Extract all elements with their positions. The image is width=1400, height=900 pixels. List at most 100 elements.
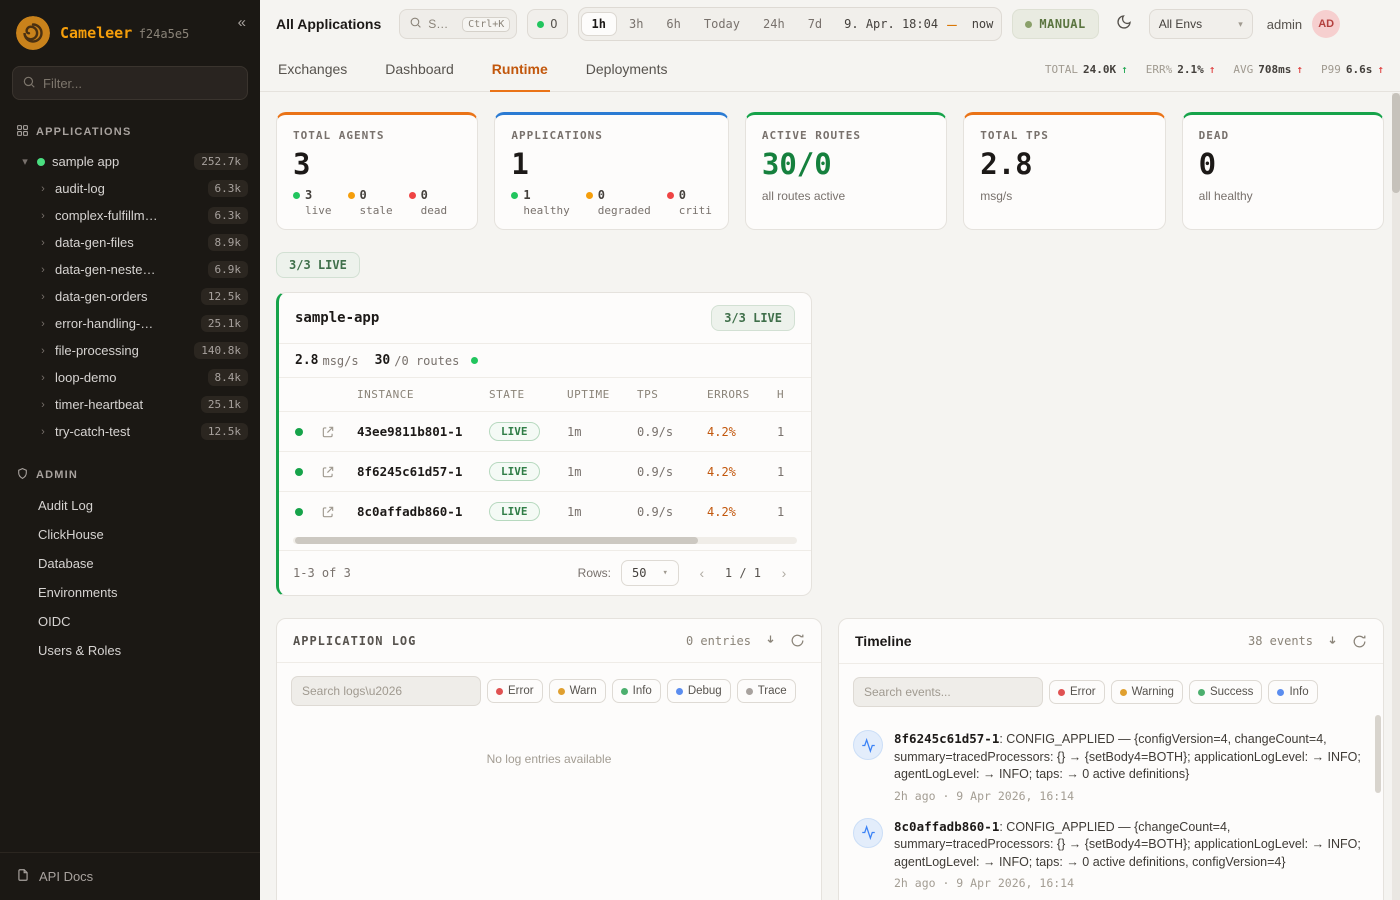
scrollbar-thumb[interactable]: [295, 537, 698, 544]
sidebar-item-audit-log[interactable]: › audit-log 6.3k: [0, 175, 260, 202]
log-filter-debug[interactable]: Debug: [667, 679, 731, 703]
sidebar-item-environments[interactable]: Environments: [0, 578, 260, 607]
sidebar-item-oidc[interactable]: OIDC: [0, 607, 260, 636]
tab-runtime[interactable]: Runtime: [490, 48, 550, 92]
route-label: data-gen-neste…: [55, 262, 155, 277]
external-link-icon[interactable]: [321, 425, 357, 439]
sample-app-card: sample-app 3/3 LIVE 2.8 msg/s 30 /0 rout…: [276, 292, 812, 596]
log-empty-message: No log entries available: [291, 752, 807, 766]
date-range-to[interactable]: now: [962, 17, 998, 31]
chevron-right-icon[interactable]: ›: [38, 426, 48, 438]
refresh-icon[interactable]: [790, 633, 805, 648]
page-scrollbar[interactable]: [1392, 93, 1400, 900]
prev-page-button[interactable]: ‹: [689, 560, 715, 586]
time-range-today[interactable]: Today: [693, 12, 751, 36]
sidebar-item-database[interactable]: Database: [0, 549, 260, 578]
timeline-scrollbar-thumb[interactable]: [1375, 715, 1381, 793]
avatar[interactable]: AD: [1312, 10, 1340, 38]
route-count-badge: 6.3k: [208, 207, 249, 224]
table-horizontal-scrollbar[interactable]: [293, 537, 797, 544]
time-range-7d[interactable]: 7d: [797, 12, 833, 36]
chevron-right-icon[interactable]: ›: [38, 318, 48, 330]
download-icon[interactable]: [763, 633, 778, 648]
timeline-filter-success[interactable]: Success: [1189, 680, 1262, 704]
environment-select[interactable]: All Envs ▾: [1149, 9, 1253, 39]
timeline-filter-warning[interactable]: Warning: [1111, 680, 1183, 704]
table-row[interactable]: 8c0affadb860-1 LIVE 1m 0.9/s 4.2% 1: [279, 491, 811, 531]
sidebar-item-file-processing[interactable]: › file-processing 140.8k: [0, 337, 260, 364]
metric-value: 2.1%: [1177, 63, 1204, 76]
chip-label: Debug: [688, 685, 722, 697]
scrollbar-thumb[interactable]: [1392, 93, 1400, 193]
chevron-right-icon[interactable]: ›: [38, 237, 48, 249]
log-filter-trace[interactable]: Trace: [737, 679, 796, 703]
table-row[interactable]: 8f6245c61d57-1 LIVE 1m 0.9/s 4.2% 1: [279, 451, 811, 491]
sidebar-item-data-gen-nested[interactable]: › data-gen-neste… 6.9k: [0, 256, 260, 283]
search-shortcut-kbd: Ctrl+K: [462, 17, 510, 32]
chevron-right-icon[interactable]: ›: [38, 210, 48, 222]
list-item[interactable]: 8f6245c61d57-1: CONFIG_APPLIED — {config…: [853, 730, 1365, 803]
topbar: All Applications S… Ctrl+K O 1h 3h 6h To…: [260, 0, 1400, 48]
table-row[interactable]: 43ee9811b801-1 LIVE 1m 0.9/s 4.2% 1: [279, 411, 811, 451]
dark-mode-toggle[interactable]: [1109, 9, 1139, 39]
tab-deployments[interactable]: Deployments: [584, 48, 670, 92]
breakdown-label: dead: [421, 204, 448, 217]
log-filter-warn[interactable]: Warn: [549, 679, 606, 703]
time-range-1h[interactable]: 1h: [581, 12, 617, 36]
sidebar-item-try-catch-test[interactable]: › try-catch-test 12.5k: [0, 418, 260, 445]
tab-exchanges[interactable]: Exchanges: [276, 48, 349, 92]
rows-per-page-select[interactable]: 50 ▾: [621, 560, 679, 586]
sidebar-item-error-handling[interactable]: › error-handling-… 25.1k: [0, 310, 260, 337]
timeline-filter-error[interactable]: Error: [1049, 680, 1105, 704]
log-filter-info[interactable]: Info: [612, 679, 661, 703]
chevron-right-icon[interactable]: ›: [38, 291, 48, 303]
instance-errors: 4.2%: [707, 505, 777, 519]
download-icon[interactable]: [1325, 634, 1340, 649]
sidebar-collapse-icon[interactable]: «: [238, 14, 246, 31]
global-search-input[interactable]: S… Ctrl+K: [399, 9, 517, 39]
refresh-icon[interactable]: [1352, 634, 1367, 649]
sidebar-filter-input[interactable]: [12, 66, 248, 100]
date-range-from[interactable]: 9. Apr. 18:04: [834, 17, 942, 31]
sidebar-item-data-gen-orders[interactable]: › data-gen-orders 12.5k: [0, 283, 260, 310]
api-docs-link[interactable]: API Docs: [0, 852, 260, 900]
sidebar-item-users-roles[interactable]: Users & Roles: [0, 636, 260, 665]
time-range-24h[interactable]: 24h: [752, 12, 796, 36]
chevron-down-icon[interactable]: ▾: [20, 155, 30, 168]
manual-refresh-toggle[interactable]: MANUAL: [1012, 9, 1098, 39]
metric-value: 708ms: [1258, 63, 1291, 76]
instance-health-dot: [295, 428, 303, 436]
log-filter-error[interactable]: Error: [487, 679, 543, 703]
metric-label: TOTAL: [1045, 63, 1078, 76]
sidebar-item-complex-fulfillment[interactable]: › complex-fulfillm… 6.3k: [0, 202, 260, 229]
chevron-right-icon[interactable]: ›: [38, 372, 48, 384]
sidebar-item-timer-heartbeat[interactable]: › timer-heartbeat 25.1k: [0, 391, 260, 418]
app-tps-unit: msg/s: [322, 354, 358, 368]
timeline-search-input[interactable]: [853, 677, 1043, 707]
sidebar-item-sample-app[interactable]: ▾ sample app 252.7k: [0, 148, 260, 175]
sidebar-item-clickhouse[interactable]: ClickHouse: [0, 520, 260, 549]
log-search-input[interactable]: [291, 676, 481, 706]
timeline-filter-info[interactable]: Info: [1268, 680, 1317, 704]
connection-status-pill[interactable]: O: [527, 9, 567, 39]
chevron-right-icon[interactable]: ›: [38, 183, 48, 195]
next-page-button[interactable]: ›: [771, 560, 797, 586]
time-range-3h[interactable]: 3h: [618, 12, 654, 36]
chevron-right-icon[interactable]: ›: [38, 345, 48, 357]
time-range-6h[interactable]: 6h: [655, 12, 691, 36]
list-item[interactable]: 8c0affadb860-1: CONFIG_APPLIED — {change…: [853, 818, 1365, 891]
tab-dashboard[interactable]: Dashboard: [383, 48, 456, 92]
external-link-icon[interactable]: [321, 505, 357, 519]
chevron-right-icon[interactable]: ›: [38, 399, 48, 411]
sidebar-item-loop-demo[interactable]: › loop-demo 8.4k: [0, 364, 260, 391]
admin-section-label: ADMIN: [36, 469, 78, 481]
stat-card-title: APPLICATIONS: [511, 129, 711, 142]
sidebar-item-data-gen-files[interactable]: › data-gen-files 8.9k: [0, 229, 260, 256]
red-status-dot: [667, 192, 674, 199]
chevron-right-icon[interactable]: ›: [38, 264, 48, 276]
instance-uptime: 1m: [567, 505, 637, 519]
metric-label: P99: [1321, 63, 1341, 76]
external-link-icon[interactable]: [321, 465, 357, 479]
sidebar-item-audit-log-admin[interactable]: Audit Log: [0, 491, 260, 520]
stat-breakdown: 1healthy 0degraded 0criti: [511, 188, 711, 217]
